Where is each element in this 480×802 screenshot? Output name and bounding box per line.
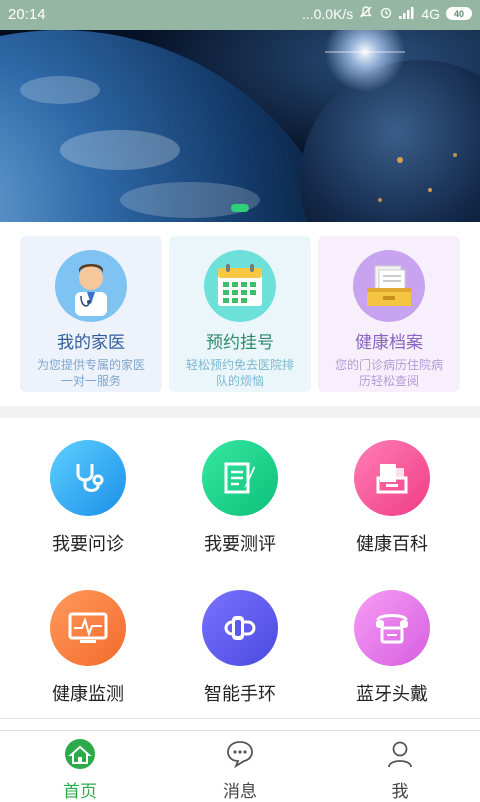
bottom-tab-bar: 首页 消息 我 bbox=[0, 730, 480, 802]
user-icon bbox=[320, 739, 480, 769]
calendar-icon bbox=[204, 250, 276, 322]
doctor-icon bbox=[55, 250, 127, 322]
service-label: 健康百科 bbox=[356, 534, 428, 555]
alarm-icon bbox=[379, 5, 393, 22]
card-family-doctor[interactable]: 我的家医 为您提供专属的家医一对一服务 bbox=[20, 236, 162, 392]
card-desc: 轻松预约免去医院排队的烦恼 bbox=[185, 358, 294, 388]
battery-icon: 40 bbox=[446, 7, 472, 20]
card-desc: 您的门诊病历住院病历轻松查阅 bbox=[334, 358, 443, 388]
headset-icon bbox=[354, 590, 430, 666]
tab-home[interactable]: 首页 bbox=[0, 739, 160, 802]
file-box-icon bbox=[353, 250, 425, 322]
service-label: 健康监测 bbox=[52, 684, 124, 705]
card-health-records[interactable]: 健康档案 您的门诊病历住院病历轻松查阅 bbox=[318, 236, 460, 392]
card-desc: 为您提供专属的家医一对一服务 bbox=[36, 358, 145, 388]
card-title: 我的家医 bbox=[57, 333, 125, 353]
service-label: 智能手环 bbox=[204, 684, 276, 705]
monitor-icon bbox=[50, 590, 126, 666]
network-type: 4G bbox=[421, 5, 440, 22]
status-time: 20:14 bbox=[8, 6, 46, 23]
status-indicators: ...0.0K/s 4G 40 bbox=[302, 5, 472, 22]
service-wristband[interactable]: 智能手环 bbox=[160, 568, 320, 718]
service-monitoring[interactable]: 健康监测 bbox=[8, 568, 168, 718]
section-separator bbox=[0, 406, 480, 418]
signal-icon bbox=[399, 6, 415, 22]
tab-label: 首页 bbox=[63, 782, 97, 802]
assessment-icon bbox=[202, 440, 278, 516]
stethoscope-icon bbox=[50, 440, 126, 516]
service-label: 我要测评 bbox=[204, 534, 276, 555]
card-title: 健康档案 bbox=[355, 333, 423, 353]
service-label: 我要问诊 bbox=[52, 534, 124, 555]
tab-messages[interactable]: 消息 bbox=[160, 739, 320, 802]
service-consultation[interactable]: 我要问诊 bbox=[8, 418, 168, 568]
feature-cards: 我的家医 为您提供专属的家医一对一服务 预约挂号 轻松预约免去医院排队的烦恼 健… bbox=[0, 222, 480, 406]
service-label: 蓝牙头戴 bbox=[356, 684, 428, 705]
earth-image bbox=[0, 30, 480, 222]
service-assessment[interactable]: 我要测评 bbox=[160, 418, 320, 568]
tab-me[interactable]: 我 bbox=[320, 739, 480, 802]
service-headset[interactable]: 蓝牙头戴 bbox=[312, 568, 472, 718]
mute-icon bbox=[359, 5, 373, 22]
service-grid: 我要问诊 我要测评 健康百科 健康监测 智能手环 蓝牙头戴 bbox=[0, 418, 480, 718]
card-title: 预约挂号 bbox=[206, 333, 274, 353]
card-appointment[interactable]: 预约挂号 轻松预约免去医院排队的烦恼 bbox=[169, 236, 311, 392]
home-icon bbox=[0, 739, 160, 769]
network-speed: ...0.0K/s bbox=[301, 5, 354, 22]
service-encyclopedia[interactable]: 健康百科 bbox=[312, 418, 472, 568]
encyclopedia-icon bbox=[354, 440, 430, 516]
carousel-indicator[interactable] bbox=[231, 204, 249, 212]
tab-label: 我 bbox=[391, 782, 409, 802]
wristband-icon bbox=[202, 590, 278, 666]
banner-carousel[interactable] bbox=[0, 30, 480, 222]
tab-label: 消息 bbox=[223, 782, 257, 802]
divider bbox=[0, 718, 480, 719]
message-icon bbox=[160, 739, 320, 769]
status-bar: 20:14 ...0.0K/s 4G 40 bbox=[0, 0, 480, 30]
